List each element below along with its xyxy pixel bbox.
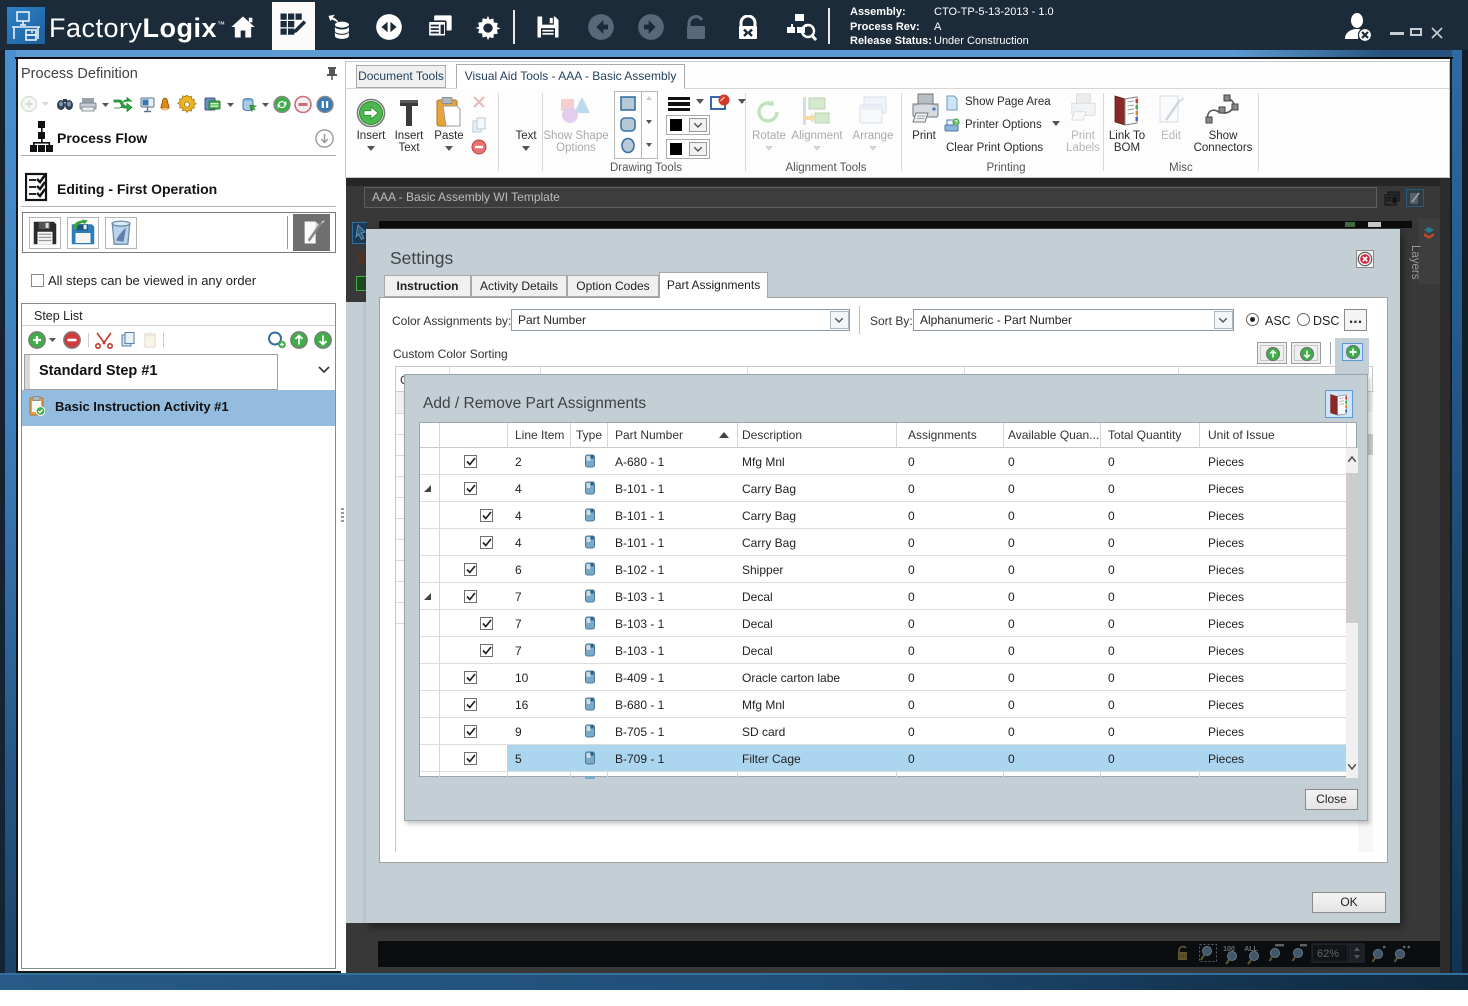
- svg-text:?: ?: [954, 119, 958, 126]
- svg-text:62%: 62%: [1317, 948, 1339, 960]
